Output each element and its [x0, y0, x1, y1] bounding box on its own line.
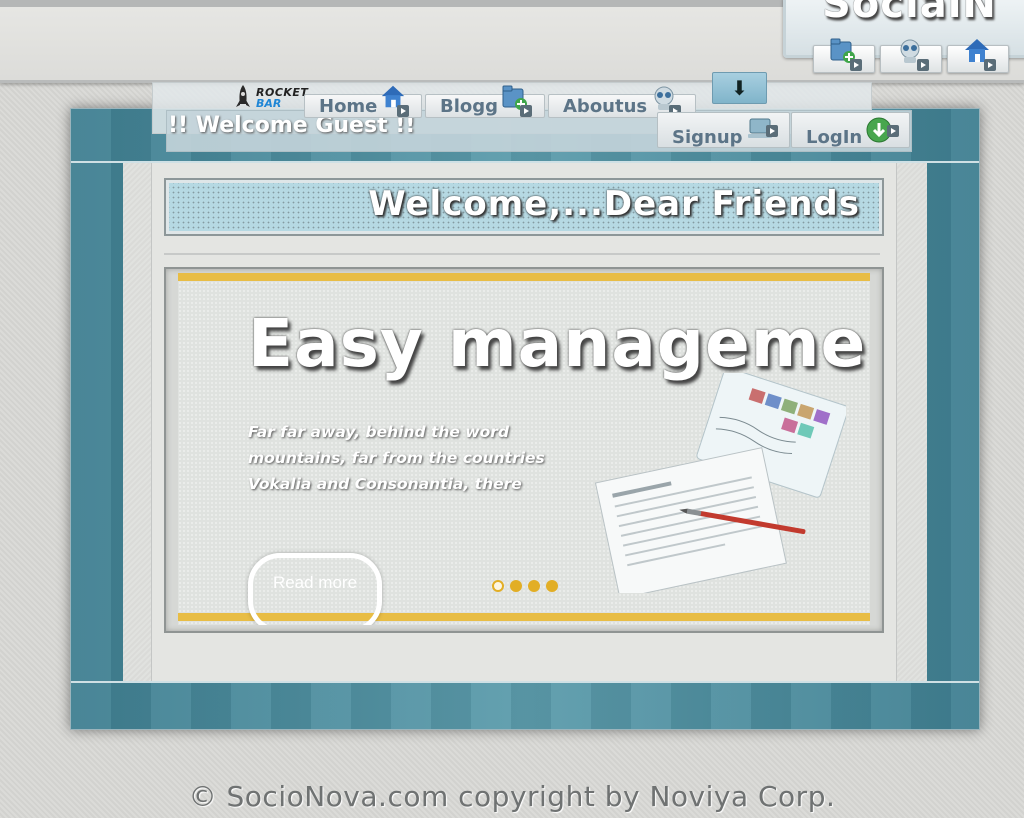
slide: Easy management Far far away, behind the…	[178, 273, 870, 625]
brand-name: SocialN	[822, 0, 997, 27]
divider	[164, 253, 880, 255]
slide-title: Easy management	[248, 305, 870, 382]
rocket-icon	[236, 85, 250, 107]
down-arrow-icon: ⬇	[731, 76, 748, 100]
footer-copyright: © SocioNova.com copyright by Noviya Corp…	[188, 780, 836, 813]
login-button[interactable]: LogIn	[791, 112, 910, 148]
tab-aboutus-label: Aboutus	[563, 96, 648, 117]
robot-button[interactable]	[880, 39, 942, 73]
banner-title: Welcome,...Dear Friends	[368, 184, 860, 224]
add-folder-button[interactable]	[813, 38, 875, 73]
expand-down-button[interactable]: ⬇	[712, 72, 767, 104]
tab-home[interactable]: Home	[304, 85, 422, 118]
signup-label: Signup	[672, 127, 743, 148]
logo-word-bar: BAR	[256, 97, 282, 110]
tab-blogg-label: Blogg	[440, 96, 499, 117]
slider-dot[interactable]	[546, 580, 558, 592]
welcome-banner: Welcome,...Dear Friends	[164, 178, 884, 236]
documents-illustration	[594, 373, 846, 593]
signup-button[interactable]: Signup	[657, 112, 790, 148]
slide-top-bar	[178, 273, 870, 281]
tab-home-label: Home	[319, 96, 378, 117]
read-more-button[interactable]: Read more	[248, 553, 382, 625]
hero-slider: Easy management Far far away, behind the…	[164, 267, 884, 633]
home-button[interactable]	[947, 39, 1009, 73]
slider-dot[interactable]	[510, 580, 522, 592]
login-label: LogIn	[806, 127, 863, 148]
slider-dot[interactable]	[492, 580, 504, 592]
tab-blogg[interactable]: Blogg	[425, 85, 545, 118]
slide-body: Far far away, behind the word mountains,…	[248, 423, 545, 493]
slider-dot[interactable]	[528, 580, 540, 592]
